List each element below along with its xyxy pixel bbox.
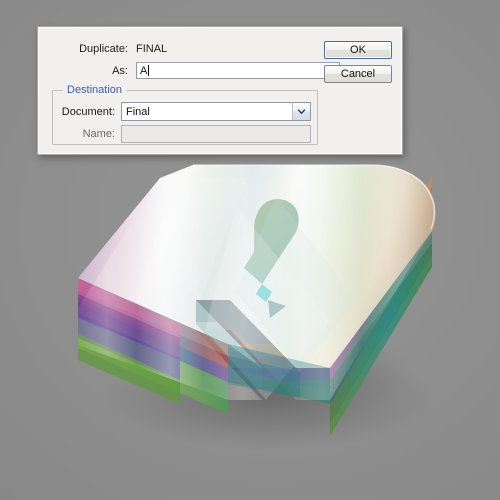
document-label: Document: (61, 105, 115, 118)
as-row: As: A (56, 62, 346, 79)
ok-button-label: OK (350, 44, 366, 56)
name-input[interactable] (121, 125, 311, 143)
duplicate-label: Duplicate: (79, 43, 128, 55)
document-select-value: Final (126, 105, 150, 118)
duplicate-row: Duplicate: FINAL (56, 42, 326, 56)
screen-canvas: Duplicate: FINAL As: A OK Cancel Destina… (0, 0, 500, 500)
cancel-button-label: Cancel (340, 68, 376, 80)
document-row: Document: Final (57, 102, 315, 121)
duplicate-value: FINAL (136, 43, 168, 55)
as-input[interactable]: A (136, 62, 340, 79)
chevron-down-icon[interactable] (292, 103, 310, 120)
destination-legend: Destination (63, 84, 127, 96)
name-label: Name: (82, 128, 115, 140)
ok-button[interactable]: OK (324, 41, 392, 59)
document-select[interactable]: Final (121, 102, 311, 121)
destination-groupbox: Destination Document: Final Name: (52, 84, 318, 145)
as-input-value: A (140, 64, 148, 77)
as-label: As: (112, 64, 128, 77)
text-caret (148, 65, 150, 76)
duplicate-layer-dialog[interactable]: Duplicate: FINAL As: A OK Cancel Destina… (37, 26, 403, 155)
cancel-button[interactable]: Cancel (324, 65, 392, 83)
name-row: Name: (57, 125, 315, 143)
